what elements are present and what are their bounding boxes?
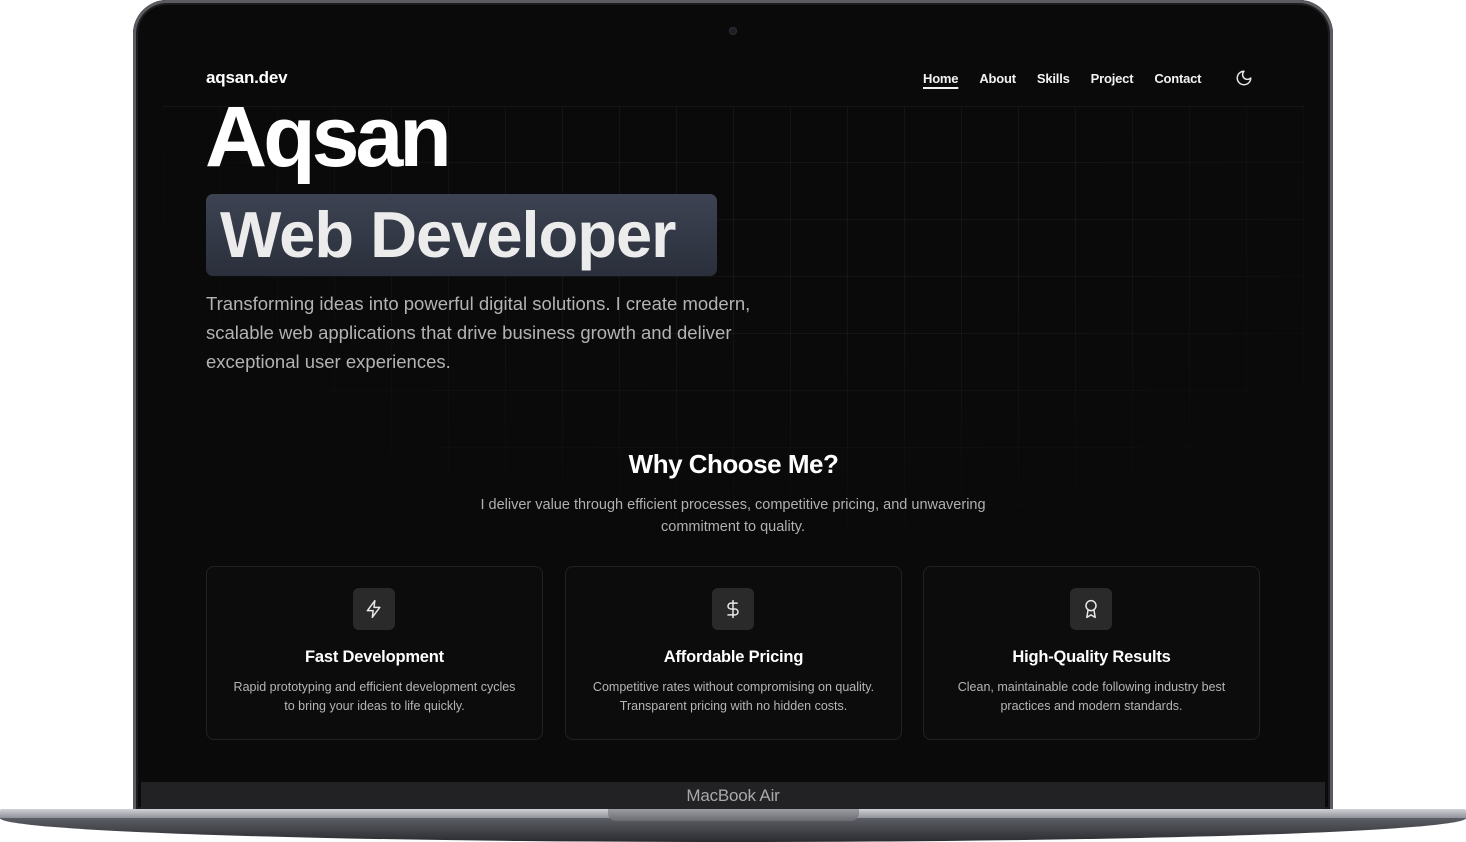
- nav-link-contact[interactable]: Contact: [1154, 71, 1201, 86]
- hero-role: Web Developer: [220, 198, 676, 271]
- section-title: Why Choose Me?: [628, 449, 839, 479]
- camera-icon: [729, 27, 737, 35]
- device-label: MacBook Air: [686, 786, 780, 805]
- card-title: Fast Development: [305, 648, 444, 666]
- dollar-icon: [712, 588, 754, 630]
- nav-link-project[interactable]: Project: [1091, 71, 1134, 86]
- card-description: Rapid prototyping and efficient developm…: [233, 680, 516, 713]
- nav-link-home[interactable]: Home: [923, 71, 959, 86]
- card-description: Clean, maintainable code following indus…: [957, 680, 1226, 713]
- feature-card-quality: High-Quality Results Clean, maintainable…: [923, 566, 1260, 740]
- hero-description: Transforming ideas into powerful digital…: [206, 293, 751, 372]
- navbar: aqsan.dev Home About Skills Project Cont…: [163, 48, 1304, 107]
- screen: aqsan.dev Home About Skills Project Cont…: [163, 48, 1304, 760]
- nav-links: Home About Skills Project Contact: [923, 71, 1202, 86]
- card-description: Competitive rates without compromising o…: [592, 680, 875, 713]
- award-icon: [1070, 588, 1112, 630]
- section-subtitle: I deliver value through efficient proces…: [480, 497, 986, 535]
- site-logo[interactable]: aqsan.dev: [206, 68, 288, 88]
- feature-card-fast: Fast Development Rapid prototyping and e…: [206, 566, 543, 740]
- feature-card-pricing: Affordable Pricing Competitive rates wit…: [565, 566, 902, 740]
- moon-icon[interactable]: [1235, 69, 1253, 87]
- card-title: Affordable Pricing: [663, 648, 804, 666]
- nav-link-about[interactable]: About: [979, 71, 1016, 86]
- lightning-icon: [353, 588, 395, 630]
- laptop-base-shadow: [0, 818, 1466, 842]
- laptop-chin: MacBook Air: [141, 782, 1325, 810]
- card-title: High-Quality Results: [1012, 648, 1171, 666]
- laptop-notch: [608, 809, 859, 821]
- nav-link-skills[interactable]: Skills: [1037, 71, 1070, 86]
